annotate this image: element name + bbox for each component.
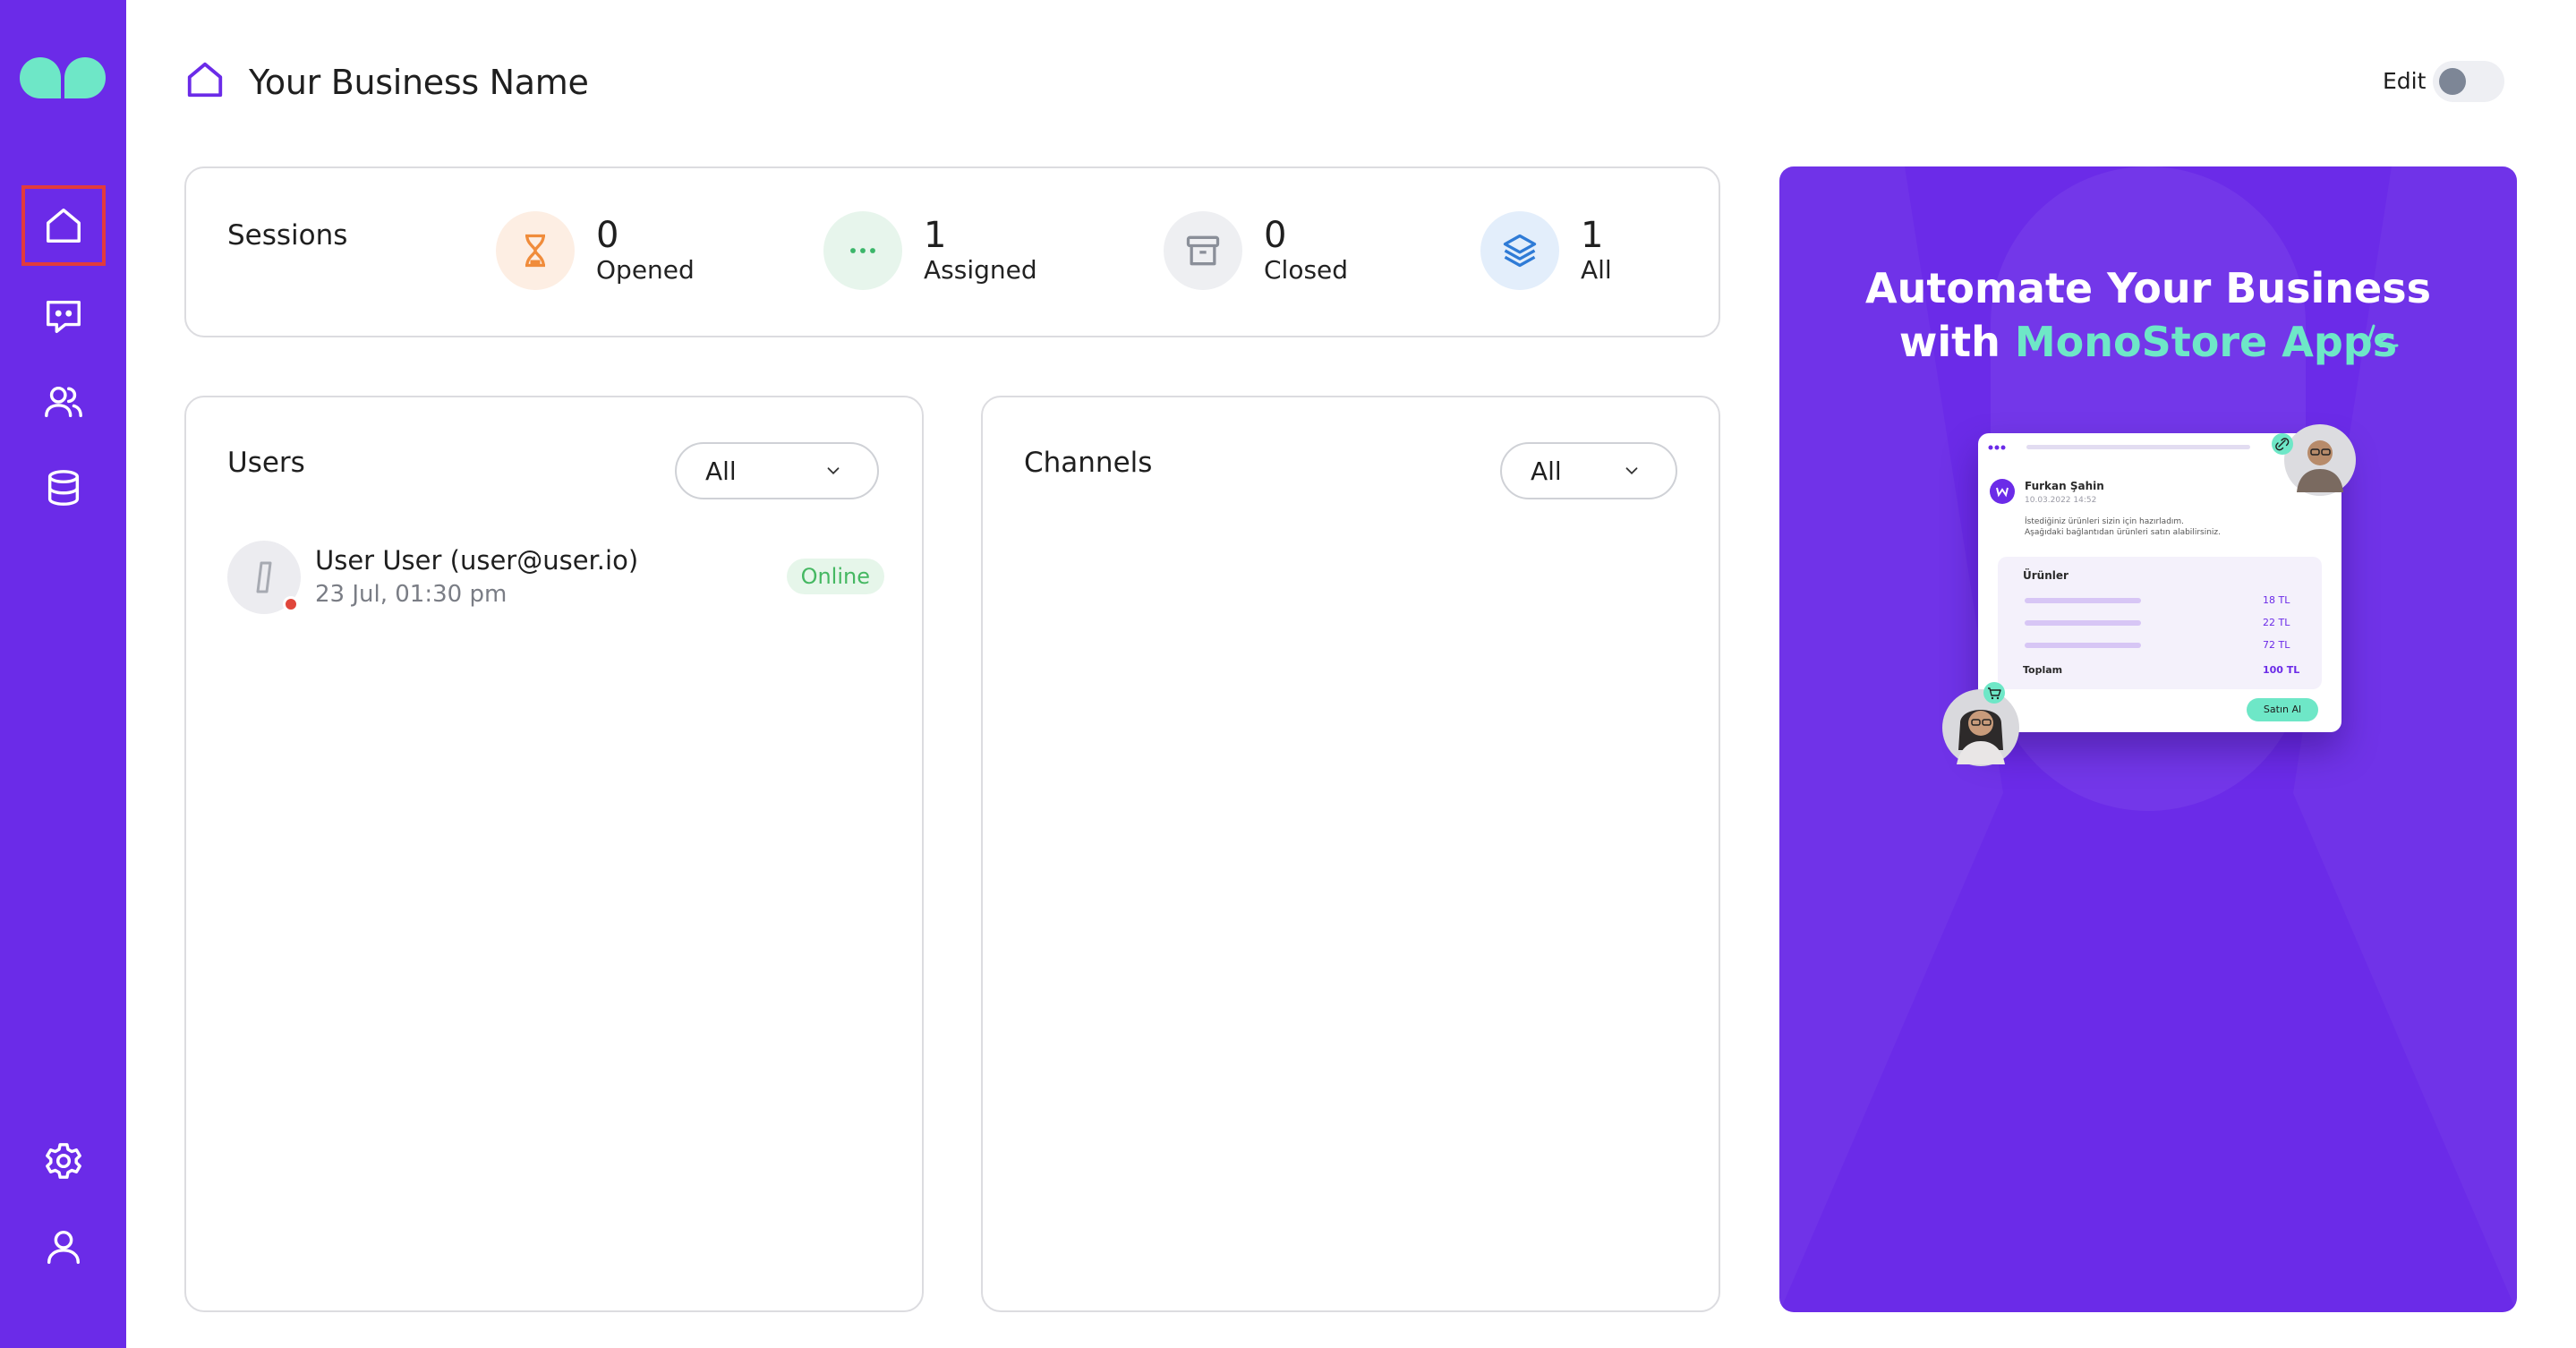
users-title: Users	[227, 447, 305, 479]
customer-avatar	[1942, 689, 2019, 766]
sidebar-item-messages[interactable]	[21, 276, 106, 356]
mockup-price: 22 TL	[2263, 617, 2290, 628]
edit-label: Edit	[2383, 68, 2427, 94]
sidebar	[0, 0, 126, 1348]
user-icon	[47, 1230, 81, 1264]
user-avatar-placeholder-icon	[256, 561, 272, 593]
stat-opened-label: Opened	[596, 255, 695, 285]
mockup-products-title: Ürünler	[2023, 569, 2068, 582]
promo-heading-plain: with	[1898, 318, 2015, 366]
link-badge-icon	[2272, 433, 2293, 455]
sessions-title: Sessions	[227, 219, 348, 252]
channels-title: Channels	[1024, 447, 1153, 479]
edit-toggle[interactable]	[2433, 61, 2504, 102]
users-filter-select[interactable]: All	[675, 442, 879, 499]
database-icon	[47, 470, 80, 506]
cart-badge-icon	[1983, 682, 2005, 704]
stat-all[interactable]: 1 All	[1480, 211, 1612, 290]
status-badge: Online	[786, 559, 884, 594]
mockup-buy-button: Satın Al	[2247, 698, 2318, 721]
mockup-price: 18 TL	[2263, 594, 2290, 606]
user-name: User User (user@user.io)	[315, 545, 639, 576]
mockup-sender: Furkan Şahin	[2025, 480, 2104, 492]
chat-icon	[47, 300, 81, 333]
hourglass-icon	[496, 211, 575, 290]
mockup-product-bar	[2025, 643, 2141, 648]
sidebar-item-settings[interactable]	[21, 1121, 106, 1201]
sessions-card: Sessions 0 Opened 1 Assigned 0 Closed 1 …	[184, 166, 1720, 337]
users-card: Users All User User (user@user.io) 23 Ju…	[184, 396, 924, 1312]
mockup-total-value: 100 TL	[2263, 664, 2300, 676]
stat-closed-value: 0	[1264, 215, 1287, 256]
stat-opened-value: 0	[596, 215, 619, 256]
stat-closed[interactable]: 0 Closed	[1164, 211, 1348, 290]
promo-heading-line2: with MonoStore Apps	[1779, 317, 2517, 367]
sidebar-item-database[interactable]	[21, 448, 106, 528]
mockup-total-label: Toplam	[2023, 664, 2063, 676]
sidebar-item-profile[interactable]	[21, 1207, 106, 1287]
channels-filter-select[interactable]: All	[1500, 442, 1677, 499]
mockup-product-bar	[2025, 620, 2141, 626]
page-title: Your Business Name	[249, 63, 589, 102]
list-item[interactable]: User User (user@user.io) 23 Jul, 01:30 p…	[227, 541, 884, 616]
dots-icon	[823, 211, 902, 290]
page-home-icon	[187, 62, 223, 98]
chevron-down-icon	[827, 467, 840, 475]
user-time: 23 Jul, 01:30 pm	[315, 581, 508, 608]
app-logo	[18, 55, 107, 100]
promo-heading-accent: MonoStore Apps	[2014, 318, 2398, 366]
stat-assigned[interactable]: 1 Assigned	[823, 211, 1037, 290]
channels-card: Channels All	[981, 396, 1720, 1312]
users-icon	[45, 386, 82, 418]
layers-icon	[1480, 211, 1559, 290]
mockup-message2: Aşağıdaki bağlantıdan ürünleri satın ala…	[2025, 528, 2221, 537]
home-icon	[47, 209, 81, 243]
channels-filter-value: All	[1531, 456, 1562, 486]
users-filter-value: All	[705, 456, 737, 486]
edit-toggle-knob	[2439, 68, 2466, 95]
sparkle-icon	[2367, 324, 2399, 347]
offline-dot	[283, 596, 299, 612]
mockup-product-bar	[2025, 598, 2141, 603]
gear-icon	[46, 1143, 81, 1179]
sidebar-item-home[interactable]	[21, 185, 106, 266]
archive-icon	[1164, 211, 1242, 290]
mockup-store-icon	[1990, 479, 2015, 504]
stat-assigned-label: Assigned	[924, 255, 1037, 285]
stat-assigned-value: 1	[924, 215, 947, 256]
stat-all-label: All	[1581, 255, 1612, 285]
chevron-down-icon	[1625, 467, 1638, 475]
stat-closed-label: Closed	[1264, 255, 1349, 285]
sidebar-item-users[interactable]	[21, 362, 106, 442]
stat-opened[interactable]: 0 Opened	[496, 211, 695, 290]
promo-heading-line1: Automate Your Business	[1865, 264, 2431, 312]
promo-banner[interactable]: Automate Your Business with MonoStore Ap…	[1779, 166, 2517, 1312]
mockup-date: 10.03.2022 14:52	[2025, 496, 2097, 505]
stat-all-value: 1	[1581, 215, 1604, 256]
mockup-price: 72 TL	[2263, 639, 2290, 651]
